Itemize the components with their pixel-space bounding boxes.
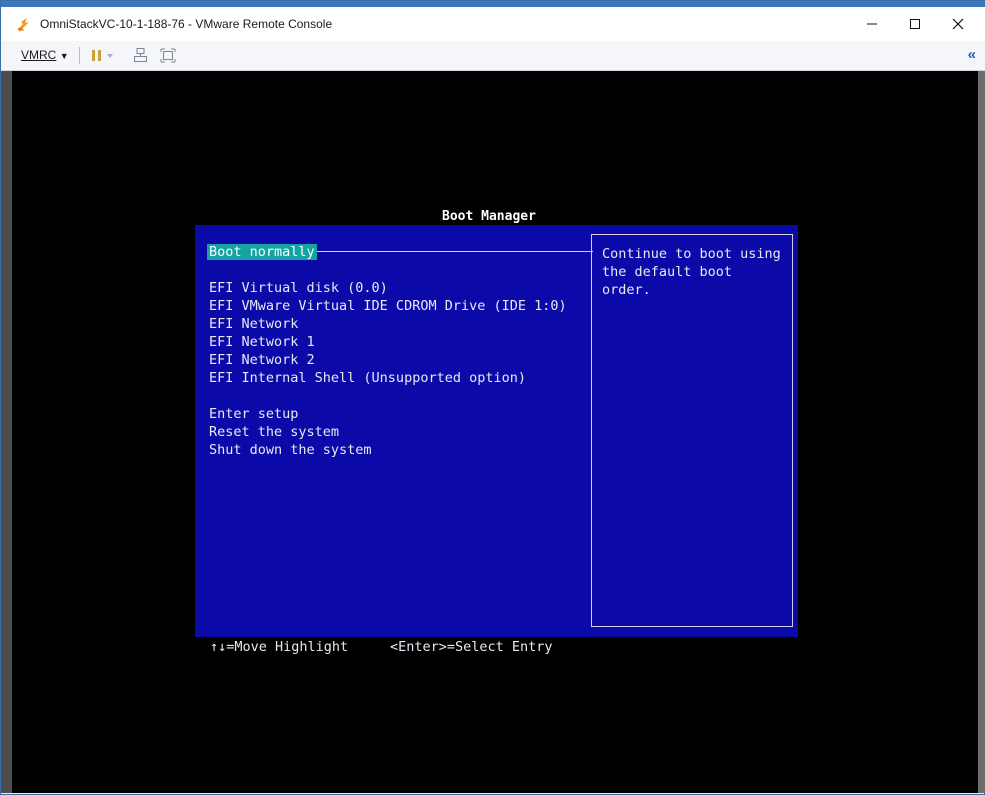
fullscreen-icon	[160, 48, 176, 63]
send-ctrl-alt-del-button[interactable]	[133, 47, 149, 64]
vmrc-menu-button[interactable]: VMRC ▼	[21, 48, 69, 62]
boot-option[interactable]: EFI VMware Virtual IDE CDROM Drive (IDE …	[209, 298, 567, 314]
footer-move-hint: ↑↓=Move Highlight	[210, 639, 349, 655]
boot-option[interactable]: EFI Network 2	[209, 352, 315, 368]
boot-manager-panel: Boot normally EFI Virtual disk (0.0) EFI…	[195, 225, 798, 637]
close-button[interactable]	[935, 9, 981, 39]
chevron-down-icon: ▼	[59, 51, 69, 61]
vmrc-toolbar: VMRC ▼ «	[1, 41, 985, 71]
maximize-icon	[910, 19, 920, 29]
vmware-app-icon	[17, 18, 29, 32]
boot-action[interactable]: Shut down the system	[209, 442, 372, 458]
background-window-strip	[1, 71, 12, 793]
boot-manager-title: Boot Manager	[442, 209, 536, 224]
help-text: Continue to boot using the default boot …	[602, 246, 781, 298]
boot-action[interactable]: Enter setup	[209, 406, 298, 422]
vmrc-window: OmniStackVC-10-1-188-76 - VMware Remote …	[0, 0, 985, 795]
window-title: OmniStackVC-10-1-188-76 - VMware Remote …	[40, 17, 333, 31]
boot-option[interactable]: EFI Internal Shell (Unsupported option)	[209, 370, 526, 386]
pause-button[interactable]	[91, 47, 119, 64]
minimize-button[interactable]	[849, 9, 895, 39]
vmrc-menu-label: VMRC	[21, 48, 57, 62]
maximize-button[interactable]	[892, 9, 938, 39]
close-icon	[952, 18, 964, 30]
fullscreen-button[interactable]	[160, 47, 176, 64]
boot-option[interactable]: EFI Virtual disk (0.0)	[209, 280, 388, 296]
boot-option[interactable]: EFI Network	[209, 316, 298, 332]
footer-select-hint: <Enter>=Select Entry	[390, 639, 553, 655]
toolbar-divider	[79, 47, 80, 64]
boot-option[interactable]: EFI Network 1	[209, 334, 315, 350]
network-keyboard-icon	[134, 48, 147, 62]
boot-action[interactable]: Reset the system	[209, 424, 339, 440]
background-window-strip-right	[978, 71, 985, 793]
collapse-sidebar-button[interactable]: «	[968, 46, 976, 63]
boot-option-selected[interactable]: Boot normally	[207, 244, 317, 260]
minimize-icon	[867, 23, 877, 25]
title-bar: OmniStackVC-10-1-188-76 - VMware Remote …	[1, 1, 985, 41]
selection-connector-line	[317, 251, 593, 252]
help-box: Continue to boot using the default boot …	[591, 234, 793, 627]
pause-icon	[92, 50, 113, 61]
